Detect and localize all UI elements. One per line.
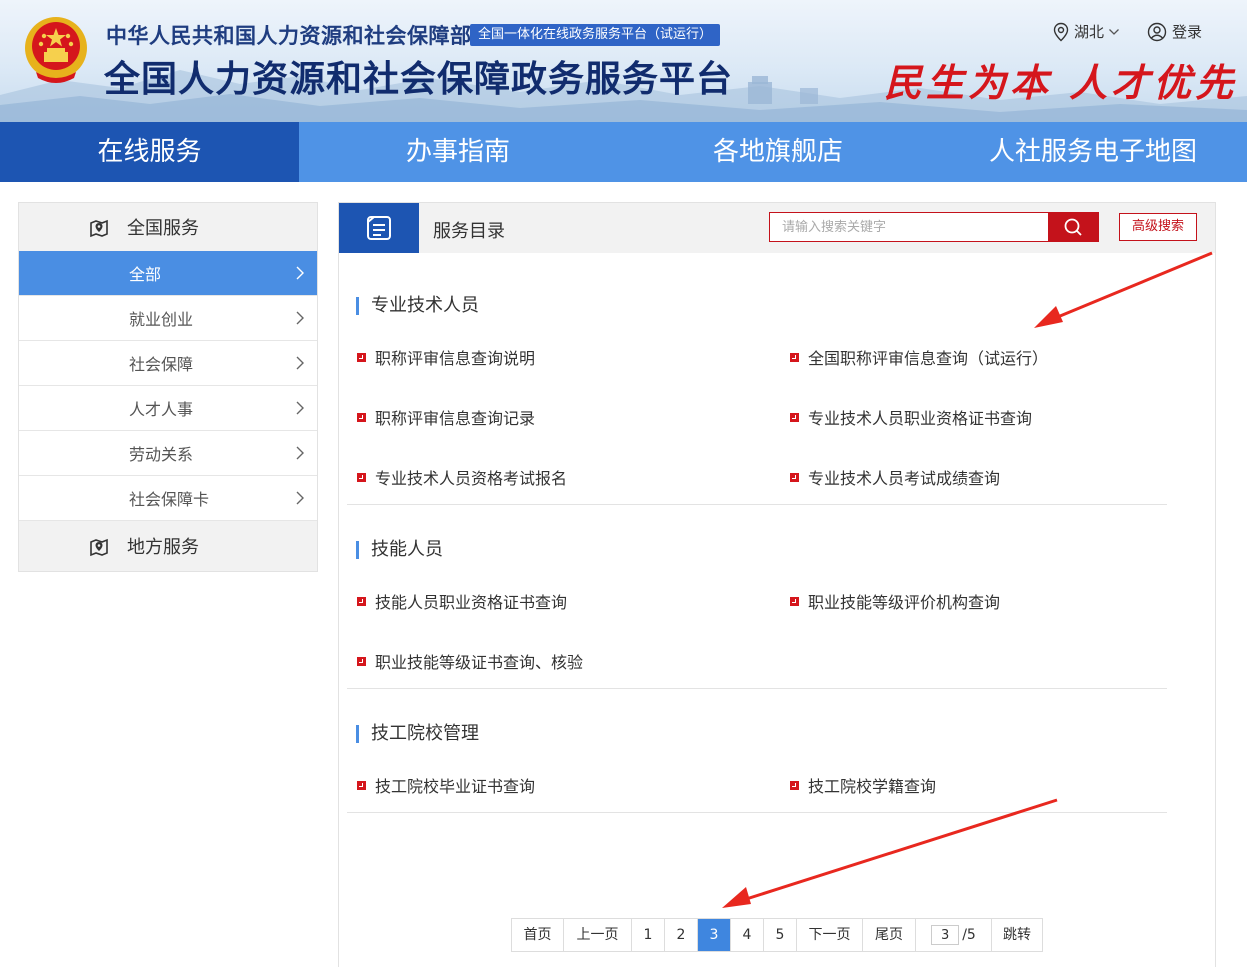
sidebar-item-social-security-card[interactable]: 社会保障卡 [19, 476, 317, 521]
link-national-title-review-query[interactable]: 全国职称评审信息查询（试运行） [790, 345, 1048, 369]
arrow-bullet-icon [357, 656, 366, 666]
sidebar-item-label: 社会保障 [129, 355, 194, 374]
nav-local-flagship-stores[interactable]: 各地旗舰店 [617, 122, 939, 182]
page-next[interactable]: 下一页 [797, 919, 863, 951]
page-5[interactable]: 5 [764, 919, 797, 951]
section-title: 专业技术人员 [356, 297, 479, 315]
search-box [769, 212, 1099, 242]
section-technical-school: 技工院校管理 技工院校毕业证书查询 技工院校学籍查询 [347, 689, 1167, 813]
link-skilled-certificate-query[interactable]: 技能人员职业资格证书查询 [357, 589, 567, 613]
map-pin-icon [90, 538, 108, 557]
page-4[interactable]: 4 [731, 919, 764, 951]
arrow-bullet-icon [357, 412, 366, 422]
slogan: 民生为本 人才优先 [884, 60, 1238, 105]
arrow-bullet-icon [790, 780, 799, 790]
page-prev[interactable]: 上一页 [564, 919, 632, 951]
sidebar-item-employment[interactable]: 就业创业 [19, 296, 317, 341]
page-2[interactable]: 2 [665, 919, 698, 951]
region-selector[interactable]: 湖北 [1052, 21, 1120, 42]
arrow-bullet-icon [357, 472, 366, 482]
page-3-current[interactable]: 3 [698, 919, 731, 951]
sidebar-item-social-security[interactable]: 社会保障 [19, 341, 317, 386]
section-professional-technical: 专业技术人员 职称评审信息查询说明 全国职称评审信息查询（试运行） 职称评审信息… [347, 275, 1167, 505]
main-nav: 在线服务 办事指南 各地旗舰店 人社服务电子地图 [0, 122, 1247, 182]
arrow-bullet-icon [357, 780, 366, 790]
search-icon [1064, 218, 1082, 236]
national-emblem-logo [22, 14, 90, 86]
sidebar-item-label: 全部 [129, 265, 162, 284]
link-professional-exam-registration[interactable]: 专业技术人员资格考试报名 [357, 465, 567, 489]
region-label: 湖北 [1074, 23, 1105, 41]
link-title-review-info-explanation[interactable]: 职称评审信息查询说明 [357, 345, 535, 369]
arrow-bullet-icon [790, 472, 799, 482]
nav-online-services[interactable]: 在线服务 [0, 122, 299, 182]
chevron-right-icon [296, 356, 304, 370]
sidebar-item-label: 人才人事 [129, 400, 194, 419]
sidebar-item-all[interactable]: 全部 [19, 251, 317, 296]
nav-service-guide[interactable]: 办事指南 [299, 122, 617, 182]
advanced-search-button[interactable]: 高级搜索 [1119, 213, 1197, 241]
catalog-icon-box [339, 203, 419, 253]
sidebar-item-labor-relations[interactable]: 劳动关系 [19, 431, 317, 476]
ministry-name: 中华人民共和国人力资源和社会保障部 [106, 24, 472, 48]
site-header: 中华人民共和国人力资源和社会保障部 全国一体化在线政务服务平台（试运行） 全国人… [0, 0, 1247, 122]
link-skill-level-certificate-verify[interactable]: 职业技能等级证书查询、核验 [357, 649, 583, 673]
page-1[interactable]: 1 [632, 919, 665, 951]
sidebar-item-label: 社会保障卡 [129, 490, 210, 509]
search-input[interactable] [770, 213, 1048, 241]
pagination: 首页 上一页 1 2 3 4 5 下一页 尾页 /5 跳转 [511, 918, 1043, 952]
page-jump-button[interactable]: 跳转 [992, 919, 1042, 951]
page-total: /5 [962, 927, 976, 943]
sidebar-local-header[interactable]: 地方服务 [19, 521, 317, 571]
link-technical-school-enrollment-query[interactable]: 技工院校学籍查询 [790, 773, 936, 797]
user-icon [1147, 22, 1167, 41]
section-title: 技能人员 [356, 541, 443, 559]
page-first[interactable]: 首页 [512, 919, 564, 951]
chevron-right-icon [296, 446, 304, 460]
chevron-right-icon [296, 491, 304, 505]
service-catalog-panel: 服务目录 高级搜索 专业技术人员 职称评审信息查询说明 全国职称评审信息查询（试… [338, 202, 1216, 967]
section-skilled-personnel: 技能人员 技能人员职业资格证书查询 职业技能等级评价机构查询 职业技能等级证书查… [347, 505, 1167, 689]
arrow-bullet-icon [790, 596, 799, 606]
arrow-bullet-icon [357, 596, 366, 606]
arrow-bullet-icon [357, 352, 366, 362]
site-title: 全国人力资源和社会保障政务服务平台 [104, 59, 734, 100]
link-professional-exam-score-query[interactable]: 专业技术人员考试成绩查询 [790, 465, 1000, 489]
page-last[interactable]: 尾页 [863, 919, 916, 951]
sidebar-item-label: 就业创业 [129, 310, 194, 329]
sidebar-item-label: 劳动关系 [129, 445, 194, 464]
sidebar: 全国服务 全部 就业创业 社会保障 人才人事 劳动关系 社会保障卡 地方服务 [18, 202, 318, 572]
chevron-right-icon [296, 401, 304, 415]
link-title-review-query-records[interactable]: 职称评审信息查询记录 [357, 405, 535, 429]
panel-header: 服务目录 高级搜索 [339, 203, 1215, 253]
page-jump-input[interactable] [931, 925, 960, 945]
catalog-list-icon [367, 216, 391, 240]
search-button[interactable] [1048, 213, 1098, 241]
link-skill-evaluation-agency-query[interactable]: 职业技能等级评价机构查询 [790, 589, 1000, 613]
chevron-down-icon [1109, 28, 1119, 35]
sidebar-national-header[interactable]: 全国服务 [19, 203, 317, 251]
arrow-bullet-icon [790, 412, 799, 422]
sidebar-national-title: 全国服务 [127, 218, 199, 239]
chevron-right-icon [296, 311, 304, 325]
panel-title: 服务目录 [433, 221, 505, 242]
nav-service-map[interactable]: 人社服务电子地图 [939, 122, 1247, 182]
arrow-bullet-icon [790, 352, 799, 362]
sidebar-local-title: 地方服务 [127, 537, 199, 558]
login-label: 登录 [1172, 23, 1203, 41]
section-title: 技工院校管理 [356, 725, 479, 743]
chevron-right-icon [296, 266, 304, 280]
location-pin-icon [1053, 22, 1069, 41]
link-professional-certificate-query[interactable]: 专业技术人员职业资格证书查询 [790, 405, 1032, 429]
page-jump-box: /5 [916, 919, 992, 951]
sidebar-item-talent-personnel[interactable]: 人才人事 [19, 386, 317, 431]
login-link[interactable]: 登录 [1147, 21, 1202, 42]
map-pin-icon [90, 219, 108, 238]
platform-badge: 全国一体化在线政务服务平台（试运行） [470, 24, 721, 46]
link-technical-school-diploma-query[interactable]: 技工院校毕业证书查询 [357, 773, 535, 797]
